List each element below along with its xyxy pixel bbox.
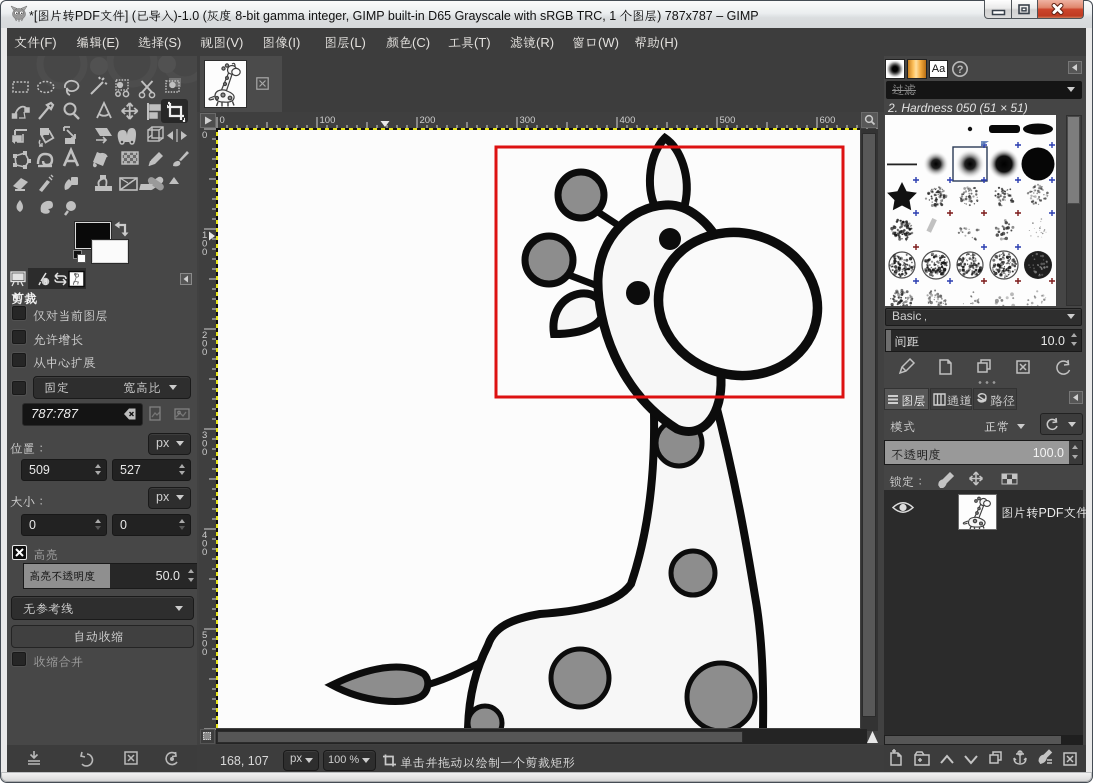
- svg-text:0: 0: [202, 647, 207, 658]
- svg-text:?: ?: [957, 64, 964, 76]
- svg-text:0: 0: [202, 447, 207, 458]
- svg-text:100: 100: [320, 115, 336, 126]
- svg-text:0: 0: [202, 547, 207, 558]
- svg-text:400: 400: [620, 115, 636, 126]
- svg-text:0: 0: [220, 115, 225, 126]
- svg-text:0: 0: [202, 347, 207, 358]
- svg-text:200: 200: [420, 115, 436, 126]
- svg-text:600: 600: [820, 115, 836, 126]
- svg-text:300: 300: [520, 115, 536, 126]
- svg-text:0: 0: [202, 247, 207, 258]
- svg-text:0: 0: [202, 130, 207, 141]
- svg-text:500: 500: [720, 115, 736, 126]
